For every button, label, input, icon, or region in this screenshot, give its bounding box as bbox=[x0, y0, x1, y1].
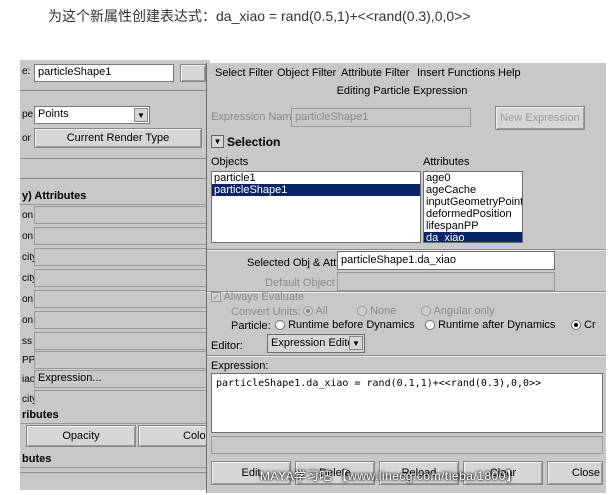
attr-row-field[interactable] bbox=[34, 332, 210, 350]
attr-row-field[interactable] bbox=[34, 248, 210, 266]
attr-row-field[interactable] bbox=[34, 206, 210, 224]
menu-help[interactable]: Help bbox=[498, 67, 521, 79]
radio-label: Runtime after Dynamics bbox=[438, 319, 556, 331]
expression-attr-field[interactable]: Expression... bbox=[34, 370, 210, 388]
close-button[interactable]: Close bbox=[547, 461, 603, 485]
radio-icon bbox=[275, 320, 285, 331]
attr-row-field[interactable] bbox=[34, 227, 210, 245]
add-opacity-button[interactable]: Opacity bbox=[26, 425, 136, 447]
objects-label: Objects bbox=[211, 156, 249, 168]
particle-creation[interactable]: Cr bbox=[571, 319, 596, 331]
attribute-item-da-xiao[interactable]: da_xiao bbox=[424, 232, 522, 242]
convert-units-angular[interactable]: Angular only bbox=[421, 305, 495, 317]
attributes-label: Attributes bbox=[423, 156, 470, 168]
type-label: pe bbox=[22, 109, 34, 120]
default-object-field[interactable] bbox=[337, 272, 555, 291]
attr-row-label: on bbox=[22, 315, 34, 326]
attr-row-field[interactable] bbox=[34, 290, 210, 308]
expression-label: Expression: bbox=[211, 360, 269, 372]
attr-row-label: on bbox=[22, 210, 34, 221]
attribute-editor-panel: e: particleShape1 pe Points ▼ or Current… bbox=[20, 60, 210, 490]
render-label: or bbox=[22, 133, 31, 144]
window-title: Editing Particle Expression bbox=[336, 85, 468, 97]
menu-insert-functions[interactable]: Insert Functions bbox=[417, 67, 495, 79]
object-item-particleshape1[interactable]: particleShape1 bbox=[212, 184, 420, 196]
attribute-item[interactable]: deformedPosition bbox=[424, 208, 522, 220]
attr-row-field[interactable] bbox=[34, 269, 210, 287]
menu-object-filter[interactable]: Object Filter bbox=[277, 67, 336, 79]
shape-name-field[interactable]: particleShape1 bbox=[34, 64, 174, 82]
attribute-item[interactable]: inputGeometryPoints bbox=[424, 196, 522, 208]
editor-label: Editor: bbox=[211, 340, 243, 352]
selected-obj-attr-field[interactable]: particleShape1.da_xiao bbox=[337, 251, 555, 270]
always-evaluate-label: Always Evaluate bbox=[223, 291, 305, 303]
menu-select-filter[interactable]: Select Filter bbox=[215, 67, 273, 79]
attr-row-label: on bbox=[22, 294, 34, 305]
particle-label: Particle: bbox=[231, 320, 271, 332]
add-color-button[interactable]: Color bbox=[138, 425, 210, 447]
default-object-label: Default Object bbox=[265, 277, 335, 289]
radio-label: Runtime before Dynamics bbox=[288, 319, 415, 331]
always-evaluate-option[interactable]: ✓ Always Evaluate bbox=[211, 291, 304, 303]
convert-units-label: Convert Units: bbox=[231, 306, 301, 318]
expression-name-field[interactable]: particleShape1 bbox=[291, 108, 471, 127]
chevron-down-icon: ▼ bbox=[349, 336, 363, 350]
attr-row-field[interactable] bbox=[34, 351, 210, 369]
particle-runtime-before[interactable]: Runtime before Dynamics bbox=[275, 319, 415, 331]
radio-label: All bbox=[315, 305, 328, 317]
expression-status-field bbox=[211, 436, 603, 454]
object-item-particle1[interactable]: particle1 bbox=[212, 172, 420, 184]
add-attributes-section[interactable]: ributes bbox=[20, 406, 210, 424]
convert-units-all[interactable]: All bbox=[303, 305, 328, 317]
selected-obj-attr-label: Selected Obj & Attr bbox=[247, 257, 340, 269]
particle-render-type-select[interactable]: Points ▼ bbox=[34, 106, 150, 124]
expression-text-area[interactable]: particleShape1.da_xiao = rand(0.1,1)+<<r… bbox=[211, 373, 603, 433]
attribute-item[interactable]: age0 bbox=[424, 172, 522, 184]
attr-row-label: on bbox=[22, 231, 34, 242]
radio-icon bbox=[357, 306, 367, 317]
shape-label: e: bbox=[22, 66, 31, 77]
selection-section-header[interactable]: ▼ Selection bbox=[211, 133, 603, 151]
focus-button[interactable] bbox=[180, 64, 206, 82]
particle-runtime-after[interactable]: Runtime after Dynamics bbox=[425, 319, 555, 331]
attribute-item[interactable]: lifespanPP bbox=[424, 220, 522, 232]
per-particle-attributes-section[interactable]: y) Attributes bbox=[20, 187, 210, 205]
check-icon: ✓ bbox=[211, 292, 221, 303]
objects-list[interactable]: particle1 particleShape1 bbox=[211, 171, 421, 243]
expression-name-label: Expression Name bbox=[211, 111, 298, 123]
selection-heading: Selection bbox=[227, 135, 281, 149]
attr-row-label: ss bbox=[22, 336, 32, 347]
expression-editor-window: Select Filter Object Filter Attribute Fi… bbox=[206, 63, 606, 493]
radio-icon bbox=[303, 306, 313, 317]
radio-label: Angular only bbox=[433, 305, 495, 317]
convert-units-none[interactable]: None bbox=[357, 305, 396, 317]
attribute-item[interactable]: ageCache bbox=[424, 184, 522, 196]
menu-attribute-filter[interactable]: Attribute Filter bbox=[341, 67, 409, 79]
radio-label: Cr bbox=[584, 319, 596, 331]
watermark: MAYA学习吧 【www.linecg.com/tieba/1800】 bbox=[260, 469, 519, 483]
render-attributes-section[interactable]: butes bbox=[20, 450, 210, 468]
new-expression-button[interactable]: New Expression bbox=[495, 106, 585, 130]
collapse-triangle-icon[interactable]: ▼ bbox=[211, 135, 224, 148]
current-render-type-button[interactable]: Current Render Type bbox=[34, 128, 202, 148]
render-type-value: Points bbox=[38, 108, 69, 120]
editor-type-select[interactable]: Expression Editor ▼ bbox=[267, 334, 365, 353]
caption: 为这个新属性创建表达式：da_xiao = rand(0.5,1)+<<rand… bbox=[48, 8, 471, 24]
radio-icon bbox=[571, 320, 581, 331]
attributes-list[interactable]: age0 ageCache inputGeometryPoints deform… bbox=[423, 171, 523, 243]
menu-bar: Select Filter Object Filter Attribute Fi… bbox=[207, 63, 606, 83]
radio-label: None bbox=[370, 305, 397, 317]
attr-row-field[interactable] bbox=[34, 311, 210, 329]
editor-type-value: Expression Editor bbox=[271, 337, 358, 349]
chevron-down-icon: ▼ bbox=[134, 108, 148, 122]
radio-icon bbox=[425, 320, 435, 331]
radio-icon bbox=[421, 306, 431, 317]
